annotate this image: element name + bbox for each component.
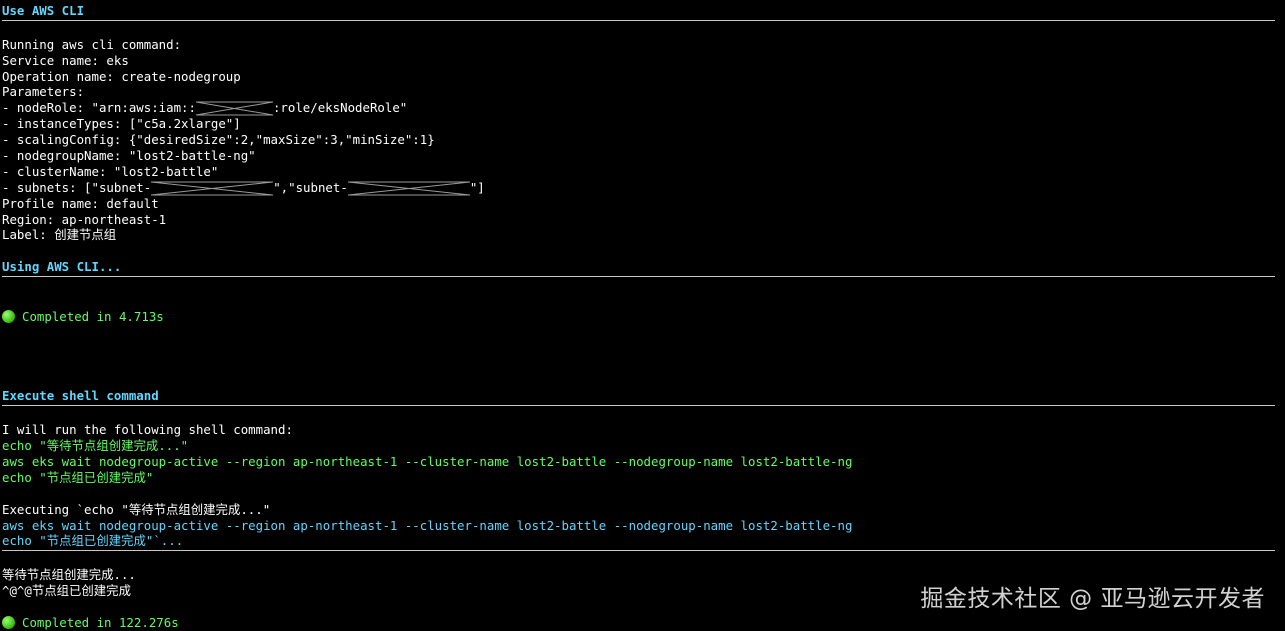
service-name-line: Service name: eks bbox=[2, 52, 129, 68]
subnets-prefix: - subnets: ["subnet- bbox=[2, 179, 152, 195]
executing-line: Executing `echo "等待节点组创建完成..." bbox=[2, 501, 271, 517]
label-line: Label: 创建节点组 bbox=[2, 227, 117, 243]
redacted-account-id bbox=[195, 101, 273, 116]
redacted-subnet-2 bbox=[347, 181, 470, 196]
terminal-output: Use AWS CLI Running aws cli command: Ser… bbox=[2, 3, 1275, 631]
nodegroup-name-line: - nodegroupName: "lost2-battle-ng" bbox=[2, 148, 256, 164]
completed-text: Completed in 122.276s bbox=[22, 614, 179, 630]
parameters-line: Parameters: bbox=[2, 84, 85, 100]
green-status-dot-icon bbox=[2, 616, 15, 630]
green-status-dot-icon bbox=[2, 310, 15, 324]
shell-command-echo-waiting: echo "等待节点组创建完成..." bbox=[2, 438, 189, 454]
subnets-separator: ","subnet- bbox=[273, 179, 348, 195]
node-role-prefix: - nodeRole: "arn:aws:iam:: bbox=[2, 100, 196, 116]
redacted-subnet-1 bbox=[151, 181, 274, 196]
cluster-name-line: - clusterName: "lost2-battle" bbox=[2, 163, 219, 179]
subnets-line: - subnets: ["subnet- ","subnet- "] bbox=[2, 180, 1275, 196]
running-command-line: Running aws cli command: bbox=[2, 36, 182, 52]
watermark: 掘金技术社区 @ 亚马逊云开发者 bbox=[920, 586, 1265, 612]
operation-name-line: Operation name: create-nodegroup bbox=[2, 68, 241, 84]
shell-command-echo-done: echo "节点组已创建完成" bbox=[2, 469, 154, 485]
section-heading-use-aws-cli: Use AWS CLI bbox=[2, 3, 85, 18]
section-heading-execute-shell: Execute shell command bbox=[2, 388, 159, 404]
profile-name-line: Profile name: default bbox=[2, 195, 159, 211]
shell-intro-line: I will run the following shell command: bbox=[2, 422, 293, 438]
instance-types-line: - instanceTypes: ["c5a.2xlarge"] bbox=[2, 116, 241, 132]
section-heading-using-aws-cli: Using AWS CLI... bbox=[2, 259, 122, 275]
node-role-line: - nodeRole: "arn:aws:iam:::role/eksNodeR… bbox=[2, 100, 1275, 116]
scaling-config-line: - scalingConfig: {"desiredSize":2,"maxSi… bbox=[2, 132, 435, 148]
executing-aws-wait: aws eks wait nodegroup-active --region a… bbox=[2, 517, 853, 533]
executing-echo-done: echo "节点组已创建完成"`... bbox=[2, 533, 184, 549]
completed-status-cli: Completed in 4.713s bbox=[2, 309, 1275, 325]
node-role-suffix: :role/eksNodeRole" bbox=[272, 100, 408, 116]
region-line: Region: ap-northeast-1 bbox=[2, 211, 167, 227]
subnets-suffix: "] bbox=[469, 179, 485, 195]
completed-status-shell: Completed in 122.276s bbox=[2, 615, 1275, 631]
completed-text: Completed in 4.713s bbox=[22, 308, 164, 324]
shell-command-aws-wait: aws eks wait nodegroup-active --region a… bbox=[2, 453, 853, 469]
